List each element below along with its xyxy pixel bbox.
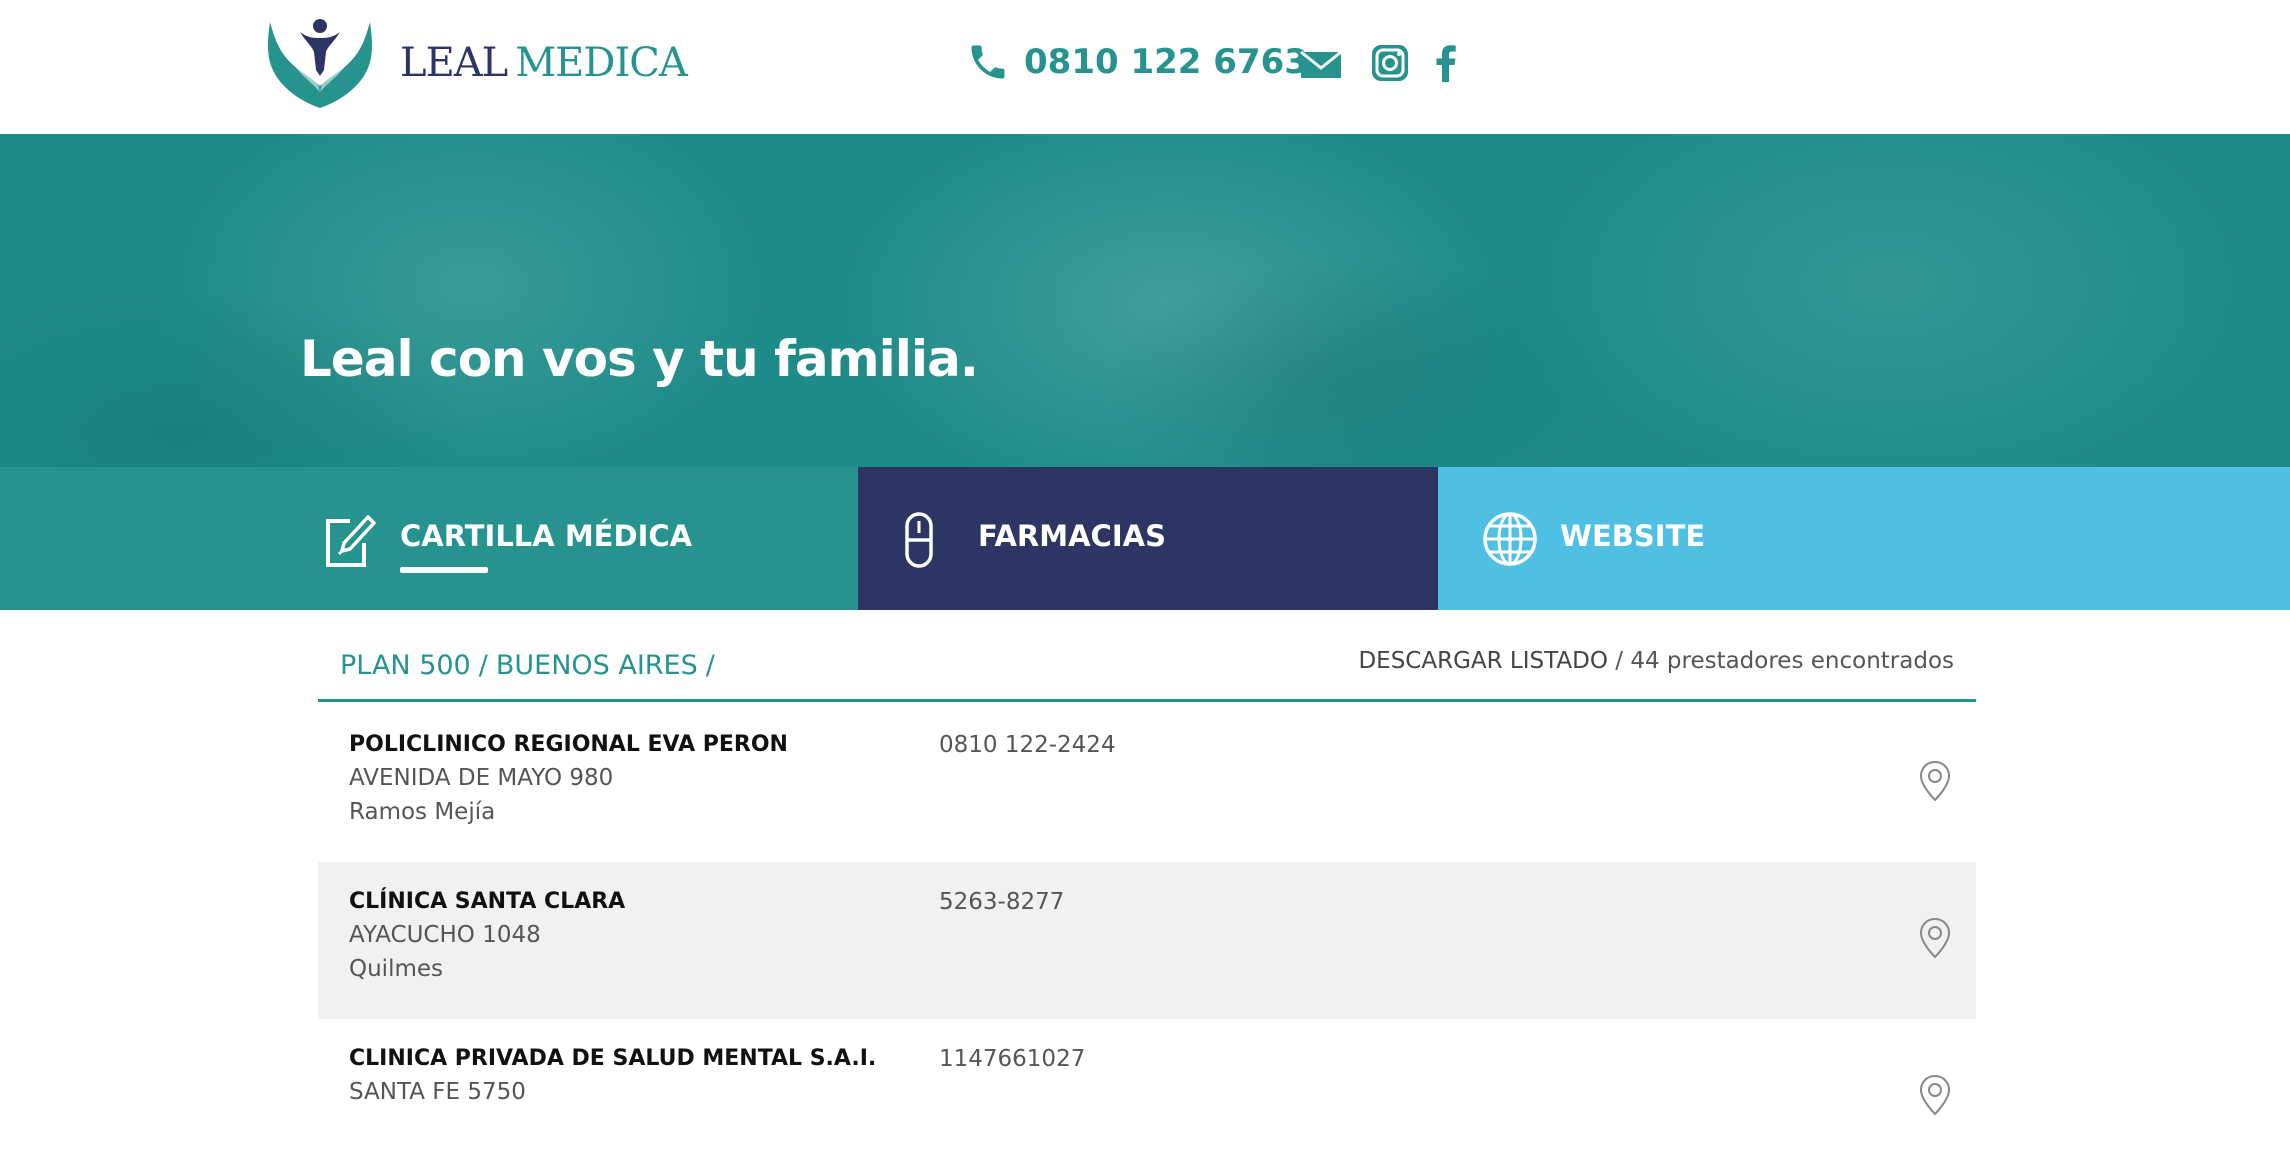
logo[interactable]: LEAL MEDICA xyxy=(262,16,688,110)
provider-name: CLÍNICA SANTA CLARA xyxy=(349,889,626,914)
logo-word-medica: MEDICA xyxy=(515,40,688,86)
logo-word-leal: LEAL xyxy=(400,40,508,86)
hero-title: Leal con vos y tu familia. xyxy=(300,330,979,388)
breadcrumb-region[interactable]: BUENOS AIRES xyxy=(496,650,698,681)
provider-phone[interactable]: 1147661027 xyxy=(939,1046,1085,1072)
map-pin-icon[interactable] xyxy=(1918,760,1952,802)
tab-website[interactable]: WEBSITE xyxy=(1438,467,2290,610)
tab-cartilla-medica[interactable]: CARTILLA MÉDICA xyxy=(0,467,858,610)
provider-phone[interactable]: 0810 122-2424 xyxy=(939,732,1116,758)
hero-banner: Leal con vos y tu familia. xyxy=(0,134,2290,467)
provider-address: AVENIDA DE MAYO 980 xyxy=(349,765,614,791)
provider-list: POLICLINICO REGIONAL EVA PERON AVENIDA D… xyxy=(318,705,1976,1176)
phone-contact[interactable]: 0810 122 6763 xyxy=(966,38,1308,86)
list-item: CLÍNICA SANTA CLARA AYACUCHO 1048 Quilme… xyxy=(318,862,1976,1019)
logo-wordmark: LEAL MEDICA xyxy=(400,40,688,86)
provider-name: POLICLINICO REGIONAL EVA PERON xyxy=(349,732,788,757)
provider-city: Quilmes xyxy=(349,956,443,982)
logo-icon xyxy=(268,19,372,108)
provider-phone[interactable]: 5263-8277 xyxy=(939,889,1064,915)
provider-address: SANTA FE 5750 xyxy=(349,1079,526,1105)
facebook-icon[interactable] xyxy=(1432,42,1460,84)
breadcrumb: PLAN 500/BUENOS AIRES / xyxy=(340,650,715,681)
listing-meta: DESCARGAR LISTADO / 44 prestadores encon… xyxy=(1358,648,1954,674)
tab-farmacias[interactable]: FARMACIAS xyxy=(858,467,1438,610)
phone-number[interactable]: 0810 122 6763 xyxy=(1024,42,1308,82)
tab-farmacias-label: FARMACIAS xyxy=(978,519,1166,553)
mail-icon[interactable] xyxy=(1300,42,1342,84)
active-tab-indicator xyxy=(400,567,488,573)
download-list-link[interactable]: DESCARGAR LISTADO xyxy=(1358,648,1607,674)
list-item: POLICLINICO REGIONAL EVA PERON AVENIDA D… xyxy=(318,705,1976,862)
provider-name: CLINICA PRIVADA DE SALUD MENTAL S.A.I. xyxy=(349,1046,877,1071)
site-header: LEAL MEDICA 0810 122 6763 xyxy=(0,0,2290,134)
phone-icon xyxy=(971,45,1005,79)
breadcrumb-plan[interactable]: PLAN 500 xyxy=(340,650,471,681)
provider-address: AYACUCHO 1048 xyxy=(349,922,541,948)
main-nav-tabs: CARTILLA MÉDICA FARMACIAS WEBSITE xyxy=(0,467,2290,610)
list-item: CLINICA PRIVADA DE SALUD MENTAL S.A.I. S… xyxy=(318,1019,1976,1176)
edit-document-icon xyxy=(326,515,376,567)
instagram-icon[interactable] xyxy=(1370,42,1410,84)
results-count: 44 prestadores encontrados xyxy=(1630,648,1954,674)
pill-icon xyxy=(905,512,933,568)
globe-icon xyxy=(1483,512,1537,566)
tab-website-label: WEBSITE xyxy=(1560,519,1706,553)
tab-cartilla-medica-label: CARTILLA MÉDICA xyxy=(400,519,693,553)
map-pin-icon[interactable] xyxy=(1918,1074,1952,1116)
provider-city: Ramos Mejía xyxy=(349,799,496,825)
listing-header: PLAN 500/BUENOS AIRES / DESCARGAR LISTADO… xyxy=(318,620,1976,702)
map-pin-icon[interactable] xyxy=(1918,917,1952,959)
